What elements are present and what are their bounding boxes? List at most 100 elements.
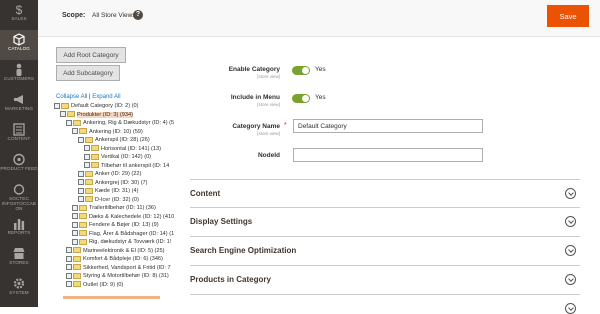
expander-icon[interactable] bbox=[66, 272, 72, 279]
tree-node[interactable]: Anker (ID: 29) (22) bbox=[78, 170, 141, 178]
tree-node[interactable]: Produkter (ID: 3) (934) bbox=[60, 111, 133, 119]
expander-icon[interactable] bbox=[60, 111, 66, 118]
sidebar-item-content[interactable]: CONTENT bbox=[0, 120, 38, 150]
tree-node-label: Outlet (ID: 9) (0) bbox=[83, 281, 124, 288]
section-products-in-category[interactable]: Products in Category bbox=[190, 265, 580, 294]
tree-node-label: Dæks & Kalechedele (ID: 12) (410 bbox=[89, 213, 175, 220]
expander-icon[interactable] bbox=[72, 238, 78, 245]
tree-node-label: Traileritilbehør (ID: 11) (36) bbox=[89, 205, 156, 211]
tree-node[interactable]: Ankergrej (ID: 30) (7) bbox=[78, 179, 148, 187]
folder-icon bbox=[67, 111, 75, 118]
tree-node[interactable]: Marineelektronik & El (ID: 5) (25) bbox=[66, 247, 164, 255]
page-actions-bar: Scope: All Store Views ? Save bbox=[38, 0, 600, 37]
tree-node-label: Vertikal (ID: 142) (0) bbox=[101, 154, 152, 160]
tree-node[interactable]: Komfort & Bådpleje (ID: 6) (346) bbox=[66, 255, 163, 263]
tree-node[interactable]: Ankering, Rig & Dækudstyr (ID: 4) (5 bbox=[66, 119, 174, 127]
chevron-down-icon bbox=[565, 216, 576, 227]
expander-icon[interactable] bbox=[66, 119, 72, 126]
save-button[interactable]: Save bbox=[547, 5, 589, 27]
expander-icon[interactable] bbox=[66, 264, 72, 271]
tree-node[interactable]: Ankerspil (ID: 28) (26) bbox=[78, 136, 150, 144]
svg-text:$: $ bbox=[16, 3, 23, 16]
folder-icon bbox=[85, 170, 93, 177]
section-display-settings[interactable]: Display Settings bbox=[190, 207, 580, 236]
sidebar-item-soctec[interactable]: SOCTEC INFOSTOCCAB ON bbox=[0, 180, 38, 216]
sidebar-item-catalog[interactable]: CATALOG bbox=[0, 30, 38, 60]
expander-icon[interactable] bbox=[78, 136, 84, 143]
tree-node[interactable]: Sikkerhed, Vandsport & Fritid (ID: 7 bbox=[66, 264, 171, 272]
expander-icon[interactable] bbox=[84, 162, 90, 169]
expander-icon[interactable] bbox=[72, 213, 78, 220]
tree-node[interactable]: Tilbehør til ankerspil (ID: 14 bbox=[84, 162, 169, 170]
folder-icon bbox=[85, 179, 93, 186]
tree-node-label: Ankering (ID: 10) (59) bbox=[89, 128, 143, 135]
tree-node[interactable]: Default Category (ID: 2) (0) bbox=[54, 102, 138, 110]
tree-node[interactable]: Vertikal (ID: 142) (0) bbox=[84, 153, 151, 161]
section-search-engine-optimization[interactable]: Search Engine Optimization bbox=[190, 236, 580, 265]
add-root-category-button[interactable]: Add Root Category bbox=[56, 47, 126, 63]
tree-node-label: Produkter (ID: 3) (934) bbox=[77, 111, 133, 118]
folder-icon bbox=[85, 187, 93, 194]
include-in-menu-toggle[interactable] bbox=[292, 94, 310, 103]
sidebar-item-stores[interactable]: STORES bbox=[0, 244, 38, 274]
expander-icon[interactable] bbox=[78, 196, 84, 203]
expander-icon[interactable] bbox=[72, 204, 78, 211]
tree-horizontal-scrollbar[interactable] bbox=[63, 296, 160, 299]
sidebar-item-system[interactable]: SYSTEM bbox=[0, 274, 38, 304]
tree-node-label: Komfort & Bådpleje (ID: 6) (346) bbox=[83, 256, 163, 262]
expander-icon[interactable] bbox=[84, 145, 90, 152]
tree-node[interactable]: Ankering (ID: 10) (59) bbox=[72, 128, 143, 136]
expand-all-link[interactable]: Expand All bbox=[92, 94, 120, 100]
category-name-input[interactable] bbox=[293, 119, 483, 133]
nodeid-input[interactable] bbox=[293, 148, 483, 162]
expander-icon[interactable] bbox=[54, 102, 60, 109]
expander-icon[interactable] bbox=[72, 128, 78, 135]
sidebar-item-sales[interactable]: $ SALES bbox=[0, 0, 38, 30]
expander-icon[interactable] bbox=[66, 247, 72, 254]
tree-node[interactable]: Flag, Årer & Bådshager (ID: 14) (1 bbox=[72, 230, 174, 238]
tree-node[interactable]: Fendere & Bøjer (ID: 13) (9) bbox=[72, 221, 159, 229]
tree-node[interactable]: Kæde (ID: 31) (4) bbox=[78, 187, 139, 195]
cube-icon bbox=[13, 33, 25, 46]
tree-node[interactable]: Horisontal (ID: 141) (13) bbox=[84, 145, 161, 153]
sidebar-item-marketing[interactable]: MARKETING bbox=[0, 90, 38, 120]
sidebar-item-reports[interactable]: REPORTS bbox=[0, 214, 38, 244]
expander-icon[interactable] bbox=[72, 221, 78, 228]
chevron-down-icon bbox=[565, 274, 576, 285]
tree-controls: Collapse All | Expand All bbox=[56, 94, 121, 100]
collapse-all-link[interactable]: Collapse All bbox=[56, 94, 87, 100]
tree-node[interactable]: Traileritilbehør (ID: 11) (36) bbox=[72, 204, 156, 212]
add-subcategory-button[interactable]: Add Subcategory bbox=[56, 65, 120, 81]
expander-icon[interactable] bbox=[66, 281, 72, 288]
folder-icon bbox=[91, 162, 99, 169]
scope-value: All Store Views bbox=[92, 12, 136, 19]
folder-icon bbox=[79, 204, 87, 211]
expander-icon[interactable] bbox=[78, 179, 84, 186]
tree-node-label: Anker (ID: 29) (22) bbox=[95, 171, 142, 177]
tree-node[interactable]: Dæks & Kalechedele (ID: 12) (410 bbox=[72, 213, 174, 221]
tree-node[interactable]: Outlet (ID: 9) (0) bbox=[66, 281, 123, 289]
tree-node[interactable]: Rig, dækudstyr & Tovværk (ID: 1! bbox=[72, 238, 171, 246]
folder-icon bbox=[73, 272, 81, 279]
tree-node-label: Flag, Årer & Bådshager (ID: 14) (1 bbox=[89, 230, 175, 237]
section-content[interactable]: Content bbox=[190, 179, 580, 208]
sidebar-item-customers[interactable]: CUSTOMERS bbox=[0, 60, 38, 90]
expander-icon[interactable] bbox=[78, 170, 84, 177]
enable-category-toggle[interactable] bbox=[292, 66, 310, 75]
expander-icon[interactable] bbox=[84, 153, 90, 160]
tree-node-label: Kæde (ID: 31) (4) bbox=[95, 188, 139, 194]
chevron-down-icon bbox=[565, 245, 576, 256]
expander-icon[interactable] bbox=[72, 230, 78, 237]
section-next-partial[interactable] bbox=[190, 294, 580, 314]
help-icon[interactable]: ? bbox=[133, 10, 143, 20]
tree-node-label: D-Icer (ID: 32) (0) bbox=[95, 196, 139, 203]
tree-node[interactable]: D-Icer (ID: 32) (0) bbox=[78, 196, 139, 204]
sidebar-item-product-feed[interactable]: PRODUCT FEED bbox=[0, 150, 38, 180]
section-title: Display Settings bbox=[190, 217, 253, 226]
expander-icon[interactable] bbox=[78, 187, 84, 194]
tree-node-label: Ankergrej (ID: 30) (7) bbox=[95, 179, 148, 186]
expander-icon[interactable] bbox=[66, 255, 72, 262]
folder-icon bbox=[79, 238, 87, 245]
dollar-icon: $ bbox=[16, 3, 23, 16]
tree-node[interactable]: Styring & Motortilbehør (ID: 8) (31) bbox=[66, 272, 169, 280]
